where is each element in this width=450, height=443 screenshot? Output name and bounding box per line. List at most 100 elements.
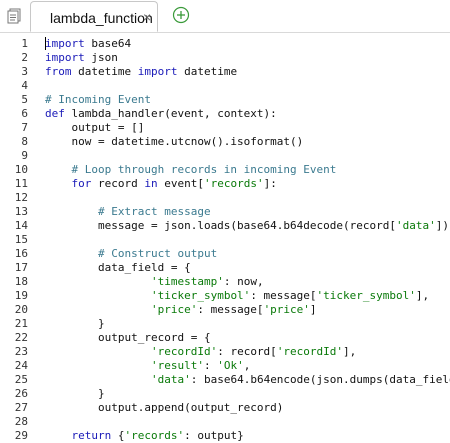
- code-token: output = []: [45, 121, 145, 134]
- code-token: 'data': [396, 219, 436, 232]
- code-token: import: [45, 51, 85, 64]
- code-token: ]: [309, 303, 317, 316]
- code-token: :: [203, 359, 218, 372]
- code-line[interactable]: 'recordId': record['recordId'],: [45, 345, 356, 359]
- code-area[interactable]: import base64 import json from datetime im…: [45, 33, 450, 442]
- line-number: 7: [21, 121, 28, 134]
- line-number: 15: [14, 233, 28, 246]
- line-number: 18: [14, 275, 28, 288]
- line-number: 6: [21, 107, 28, 120]
- code-token: : output}: [184, 429, 244, 442]
- code-token: # Extract message: [45, 205, 211, 218]
- code-line[interactable]: output_record = {: [45, 331, 211, 345]
- code-token: output_record = {: [45, 331, 211, 344]
- code-line[interactable]: }: [45, 317, 105, 331]
- code-token: data_field = {: [45, 261, 191, 274]
- line-number: 11: [14, 177, 28, 190]
- code-token: base64: [84, 37, 132, 50]
- line-number: 16: [14, 247, 28, 260]
- code-line[interactable]: # Extract message: [45, 205, 211, 219]
- code-token: def: [45, 107, 65, 120]
- code-line[interactable]: # Construct output: [45, 247, 217, 261]
- code-line[interactable]: for record in event['records']:: [45, 177, 277, 191]
- code-token: event[: [157, 177, 204, 190]
- code-token: 'records': [203, 177, 264, 190]
- code-token: 'ticker_symbol': [316, 289, 416, 302]
- code-token: # Loop through records in incoming Event: [45, 163, 337, 176]
- code-token: 'ticker_symbol': [150, 289, 251, 302]
- line-number: 1: [21, 37, 28, 50]
- code-editor[interactable]: 1 2 3 4 5 6 7 8 9 10 11 12 13 14 15 16 17 18 19 20 21 22 23 24 2…: [0, 33, 450, 442]
- code-token: 'Ok': [217, 359, 244, 372]
- code-line[interactable]: message = json.loads(base64.b64decode(re…: [45, 219, 450, 233]
- code-line[interactable]: output = []: [45, 121, 144, 135]
- text-cursor: [45, 37, 46, 50]
- editor-tab-bar: lambda_function ×: [0, 0, 450, 33]
- code-token: in: [144, 177, 158, 190]
- code-line[interactable]: from datetime import datetime: [45, 65, 237, 79]
- code-token: from: [45, 65, 72, 78]
- line-number: 2: [21, 51, 28, 64]
- code-line[interactable]: 'data': base64.b64encode(json.dumps(data…: [45, 373, 450, 387]
- code-token: }: [45, 387, 105, 400]
- line-number: 24: [14, 359, 28, 372]
- code-line[interactable]: # Loop through records in incoming Event: [45, 163, 336, 177]
- line-number: 5: [21, 93, 28, 106]
- line-number: 8: [21, 135, 28, 148]
- code-token: 'records': [124, 429, 185, 442]
- line-number: 3: [21, 65, 28, 78]
- code-line[interactable]: 'result': 'Ok',: [45, 359, 250, 373]
- code-token: message = json.loads(base64.b64decode(re…: [45, 219, 396, 232]
- code-token: : now,: [223, 275, 264, 288]
- code-line[interactable]: now = datetime.utcnow().isoformat(): [45, 135, 303, 149]
- code-line[interactable]: 'timestamp': now,: [45, 275, 264, 289]
- code-token: 'recordId': [276, 345, 344, 358]
- code-token: {: [111, 429, 125, 442]
- code-token: : base64.b64encode(json.dumps(data_field…: [190, 373, 450, 386]
- code-token: ,: [243, 359, 251, 372]
- file-list-icon[interactable]: [6, 8, 22, 24]
- code-line[interactable]: 'ticker_symbol': message['ticker_symbol'…: [45, 289, 429, 303]
- line-number: 14: [14, 219, 28, 232]
- line-number: 29: [14, 429, 28, 442]
- code-token: for: [71, 177, 92, 190]
- line-number: 19: [14, 289, 28, 302]
- code-token: ],: [415, 289, 430, 302]
- code-token: lambda_handler(event, context):: [64, 107, 277, 120]
- code-line[interactable]: 'price': message['price']: [45, 303, 317, 317]
- code-line[interactable]: return {'records': output}: [45, 429, 244, 443]
- line-number: 28: [14, 415, 28, 428]
- code-token: # Incoming Event: [45, 93, 151, 106]
- code-token: import: [137, 65, 178, 78]
- line-number: 9: [21, 149, 28, 162]
- line-number: 13: [14, 205, 28, 218]
- line-number: 23: [14, 345, 28, 358]
- code-line[interactable]: import json: [45, 51, 118, 65]
- code-token: output.append(output_record): [45, 401, 284, 414]
- add-tab-icon[interactable]: [172, 6, 190, 24]
- line-number-gutter: 1 2 3 4 5 6 7 8 9 10 11 12 13 14 15 16 17 18 19 20 21 22 23 24 2…: [0, 33, 34, 442]
- code-line[interactable]: import base64: [45, 37, 131, 51]
- code-line[interactable]: # Incoming Event: [45, 93, 151, 107]
- tab-lambda-function[interactable]: lambda_function ×: [30, 1, 158, 32]
- code-token: ],: [343, 345, 357, 358]
- code-token: 'result': [150, 359, 204, 372]
- code-token: import: [45, 37, 85, 50]
- code-line[interactable]: }: [45, 387, 105, 401]
- code-line[interactable]: def lambda_handler(event, context):: [45, 107, 277, 121]
- code-token: json: [84, 51, 118, 64]
- code-token: now = datetime.utcnow().isoformat(): [45, 135, 304, 148]
- line-number: 4: [21, 79, 28, 92]
- line-number: 27: [14, 401, 28, 414]
- code-line[interactable]: output.append(output_record): [45, 401, 283, 415]
- line-number: 20: [14, 303, 28, 316]
- code-line[interactable]: data_field = {: [45, 261, 191, 275]
- code-token: 'price': [150, 303, 198, 316]
- close-icon[interactable]: ×: [143, 9, 151, 25]
- code-token: : record[: [217, 345, 277, 358]
